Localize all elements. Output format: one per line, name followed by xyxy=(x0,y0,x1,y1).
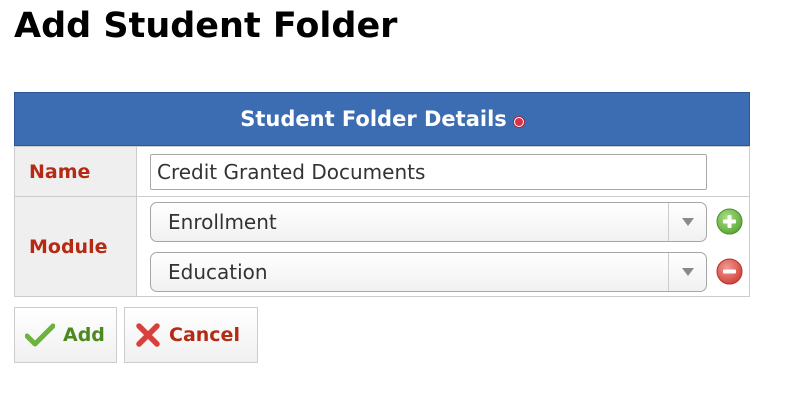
add-button-label: Add xyxy=(63,324,105,346)
checkmark-icon xyxy=(25,323,55,347)
required-dot-icon xyxy=(513,116,524,127)
panel-header: Student Folder Details xyxy=(14,92,750,146)
student-folder-details-panel: Student Folder Details Name Module Enrol… xyxy=(14,92,750,297)
add-circle-icon[interactable] xyxy=(716,208,743,235)
form-table: Name Module Enrollment xyxy=(14,146,750,297)
module-value-cell: Enrollment Education xyxy=(136,196,750,297)
x-cross-icon xyxy=(135,322,161,348)
page-title: Add Student Folder xyxy=(14,6,398,46)
name-row: Name xyxy=(14,146,750,197)
module-select-value: Enrollment xyxy=(168,209,277,234)
module-select-enrollment[interactable]: Enrollment xyxy=(150,201,707,242)
add-button[interactable]: Add xyxy=(14,307,117,363)
module-row: Module Enrollment Education xyxy=(14,196,750,297)
module-select-education[interactable]: Education xyxy=(150,251,707,292)
name-input[interactable] xyxy=(150,153,707,190)
name-label: Name xyxy=(14,146,137,197)
dropdown-arrow-icon[interactable] xyxy=(668,202,706,241)
module-select-line: Education xyxy=(150,251,749,293)
name-value-cell xyxy=(136,146,750,197)
module-select-line: Enrollment xyxy=(150,201,749,243)
module-select-value: Education xyxy=(168,259,268,284)
panel-header-title: Student Folder Details xyxy=(240,107,507,131)
module-label: Module xyxy=(14,196,137,297)
remove-circle-icon[interactable] xyxy=(716,258,743,285)
cancel-button-label: Cancel xyxy=(169,324,240,346)
dropdown-arrow-icon[interactable] xyxy=(668,252,706,291)
cancel-button[interactable]: Cancel xyxy=(124,307,258,363)
